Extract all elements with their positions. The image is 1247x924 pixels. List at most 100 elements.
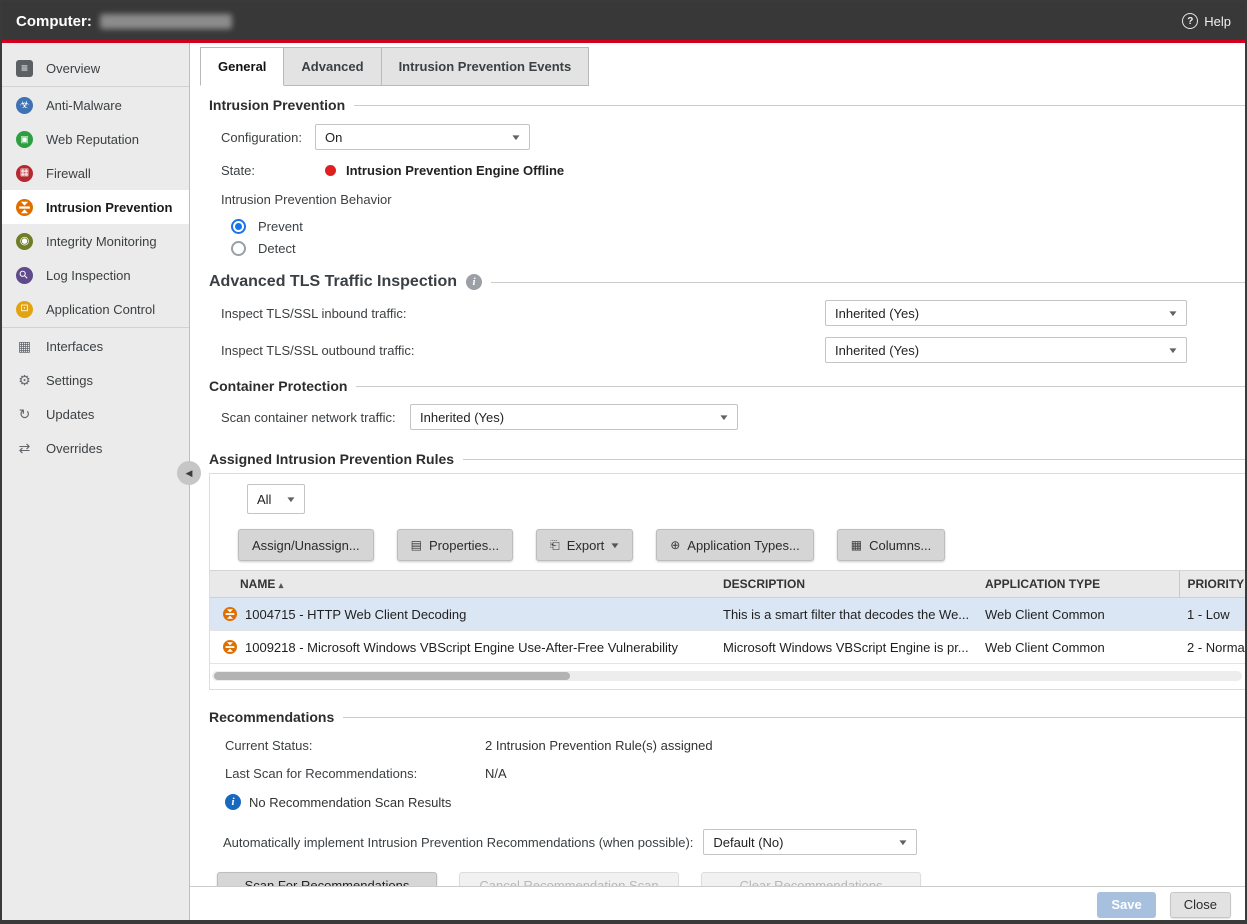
container-scan-row: Scan container network traffic: Inherite… bbox=[221, 404, 1245, 430]
rule-row-1009218[interactable]: 1009218 - Microsoft Windows VBScript Eng… bbox=[210, 631, 1245, 664]
rules-filter-value: All bbox=[257, 492, 279, 507]
sidebar-item-firewall[interactable]: ▦ Firewall bbox=[2, 156, 189, 190]
sidebar-item-label: Integrity Monitoring bbox=[46, 234, 157, 249]
sidebar-item-interfaces[interactable]: ▦ Interfaces bbox=[2, 329, 189, 363]
sidebar-item-label: Overrides bbox=[46, 441, 102, 456]
rule-row-1004715[interactable]: 1004715 - HTTP Web Client Decoding This … bbox=[210, 598, 1245, 631]
assign-unassign-button[interactable]: Assign/Unassign... bbox=[238, 529, 374, 561]
section-assigned-rules: Assigned Intrusion Prevention Rules bbox=[209, 451, 1245, 467]
chevron-down-icon: ▼ bbox=[897, 838, 909, 847]
sort-asc-icon: ▴ bbox=[279, 580, 284, 590]
rules-panel: All ▼ Assign/Unassign... ▤ Properties...… bbox=[209, 473, 1245, 690]
application-types-button[interactable]: ⊕ Application Types... bbox=[656, 529, 814, 561]
scrollbar-thumb[interactable] bbox=[214, 672, 570, 680]
configuration-row: Configuration: On ▼ bbox=[221, 124, 1245, 150]
integrity-monitoring-icon: ◉ bbox=[16, 233, 33, 250]
no-scan-results-message: No Recommendation Scan Results bbox=[249, 795, 451, 810]
save-button[interactable]: Save bbox=[1097, 892, 1155, 918]
sidebar-item-label: Settings bbox=[46, 373, 93, 388]
sidebar-item-label: Web Reputation bbox=[46, 132, 139, 147]
sidebar-item-web-reputation[interactable]: ▣ Web Reputation bbox=[2, 122, 189, 156]
tls-outbound-value: Inherited (Yes) bbox=[835, 343, 1161, 358]
sidebar-item-overrides[interactable]: ⇄ Overrides bbox=[2, 431, 189, 465]
auto-implement-row: Automatically implement Intrusion Preven… bbox=[223, 829, 1245, 855]
sidebar-item-label: Anti-Malware bbox=[46, 98, 122, 113]
application-control-icon: ⊡ bbox=[16, 301, 33, 318]
rule-priority: 2 - Normal bbox=[1179, 631, 1245, 664]
current-status-row: Current Status: 2 Intrusion Prevention R… bbox=[225, 738, 1245, 753]
export-button[interactable]: ⎗ Export ▼ bbox=[536, 529, 633, 561]
tls-inbound-dropdown[interactable]: Inherited (Yes) ▼ bbox=[825, 300, 1187, 326]
current-status-label: Current Status: bbox=[225, 738, 485, 753]
behavior-option-detect[interactable]: Detect bbox=[231, 241, 1245, 256]
name-header-label: NAME bbox=[240, 577, 275, 591]
help-button[interactable]: ? Help bbox=[1182, 13, 1231, 29]
tls-inbound-label: Inspect TLS/SSL inbound traffic: bbox=[221, 306, 407, 321]
column-header-description[interactable]: DESCRIPTION bbox=[715, 571, 977, 598]
application-types-label: Application Types... bbox=[687, 538, 800, 553]
auto-implement-dropdown[interactable]: Default (No) ▼ bbox=[703, 829, 917, 855]
anti-malware-icon: ☣ bbox=[16, 97, 33, 114]
rule-application-type: Web Client Common bbox=[977, 631, 1179, 664]
sidebar-item-settings[interactable]: ⚙ Settings bbox=[2, 363, 189, 397]
horizontal-scrollbar[interactable] bbox=[212, 671, 1242, 681]
tab-general[interactable]: General bbox=[200, 47, 284, 86]
interfaces-icon: ▦ bbox=[16, 338, 33, 355]
container-scan-dropdown[interactable]: Inherited (Yes) ▼ bbox=[410, 404, 738, 430]
rule-description: This is a smart filter that decodes the … bbox=[715, 598, 977, 631]
behavior-option-prevent[interactable]: Prevent bbox=[231, 219, 1245, 234]
export-file-icon: ⎗ bbox=[550, 538, 560, 553]
intrusion-prevention-rule-icon bbox=[223, 640, 237, 654]
section-title: Advanced TLS Traffic Inspection bbox=[209, 273, 457, 291]
sidebar-divider bbox=[2, 86, 189, 87]
sidebar-nav: ≡ Overview ☣ Anti-Malware ▣ Web Reputati… bbox=[2, 43, 190, 922]
column-header-priority[interactable]: PRIORITY bbox=[1179, 571, 1245, 598]
sidebar-item-label: Updates bbox=[46, 407, 94, 422]
state-offline-indicator-icon bbox=[325, 165, 336, 176]
columns-button[interactable]: ▦ Columns... bbox=[837, 529, 945, 561]
sidebar-item-anti-malware[interactable]: ☣ Anti-Malware bbox=[2, 88, 189, 122]
tab-bar: General Advanced Intrusion Prevention Ev… bbox=[190, 47, 1245, 86]
tab-advanced[interactable]: Advanced bbox=[284, 47, 381, 86]
intrusion-prevention-rule-icon bbox=[223, 607, 237, 621]
column-header-application-type[interactable]: APPLICATION TYPE bbox=[977, 571, 1179, 598]
tab-intrusion-prevention-events[interactable]: Intrusion Prevention Events bbox=[382, 47, 590, 86]
help-label: Help bbox=[1204, 14, 1231, 29]
sidebar-item-log-inspection[interactable]: ⚲ Log Inspection bbox=[2, 258, 189, 292]
container-scan-label: Scan container network traffic: bbox=[221, 410, 410, 425]
behavior-label-row: Intrusion Prevention Behavior bbox=[221, 192, 1245, 207]
sidebar-item-label: Interfaces bbox=[46, 339, 103, 354]
sidebar-item-updates[interactable]: ↻ Updates bbox=[2, 397, 189, 431]
chevron-down-icon: ▼ bbox=[285, 495, 297, 504]
chevron-left-icon: ◀ bbox=[186, 468, 193, 479]
sidebar-collapse-handle[interactable]: ◀ bbox=[177, 461, 201, 485]
auto-implement-label: Automatically implement Intrusion Preven… bbox=[223, 835, 693, 850]
general-tab-content: Intrusion Prevention Configuration: On ▼… bbox=[190, 97, 1245, 898]
tls-info-icon[interactable]: i bbox=[466, 274, 482, 290]
radio-detect[interactable] bbox=[231, 241, 246, 256]
sidebar-item-overview[interactable]: ≡ Overview bbox=[2, 51, 189, 85]
sidebar-item-integrity-monitoring[interactable]: ◉ Integrity Monitoring bbox=[2, 224, 189, 258]
configuration-dropdown[interactable]: On ▼ bbox=[315, 124, 530, 150]
properties-button[interactable]: ▤ Properties... bbox=[397, 529, 513, 561]
intrusion-prevention-icon bbox=[16, 199, 33, 216]
column-header-name[interactable]: NAME ▴ bbox=[210, 571, 715, 598]
close-button[interactable]: Close bbox=[1170, 892, 1231, 918]
help-icon: ? bbox=[1182, 13, 1198, 29]
overview-icon: ≡ bbox=[16, 60, 33, 77]
sidebar-item-application-control[interactable]: ⊡ Application Control bbox=[2, 292, 189, 326]
container-scan-value: Inherited (Yes) bbox=[420, 410, 712, 425]
section-advanced-tls: Advanced TLS Traffic Inspection i bbox=[209, 273, 1245, 291]
properties-label: Properties... bbox=[429, 538, 499, 553]
radio-prevent[interactable] bbox=[231, 219, 246, 234]
tls-outbound-dropdown[interactable]: Inherited (Yes) ▼ bbox=[825, 337, 1187, 363]
state-row: State: Intrusion Prevention Engine Offli… bbox=[221, 163, 1245, 178]
tls-inbound-value: Inherited (Yes) bbox=[835, 306, 1161, 321]
computer-details-window: Computer: ? Help ≡ Overview ☣ Anti-Malwa… bbox=[0, 0, 1247, 924]
title-bar: Computer: ? Help bbox=[2, 2, 1245, 40]
web-reputation-icon: ▣ bbox=[16, 131, 33, 148]
sidebar-item-intrusion-prevention[interactable]: Intrusion Prevention bbox=[2, 190, 189, 224]
rules-table-header-row: NAME ▴ DESCRIPTION APPLICATION TYPE PRIO… bbox=[210, 571, 1245, 598]
tls-outbound-row: Inspect TLS/SSL outbound traffic: Inheri… bbox=[221, 337, 1245, 363]
rules-filter-dropdown[interactable]: All ▼ bbox=[247, 484, 305, 514]
